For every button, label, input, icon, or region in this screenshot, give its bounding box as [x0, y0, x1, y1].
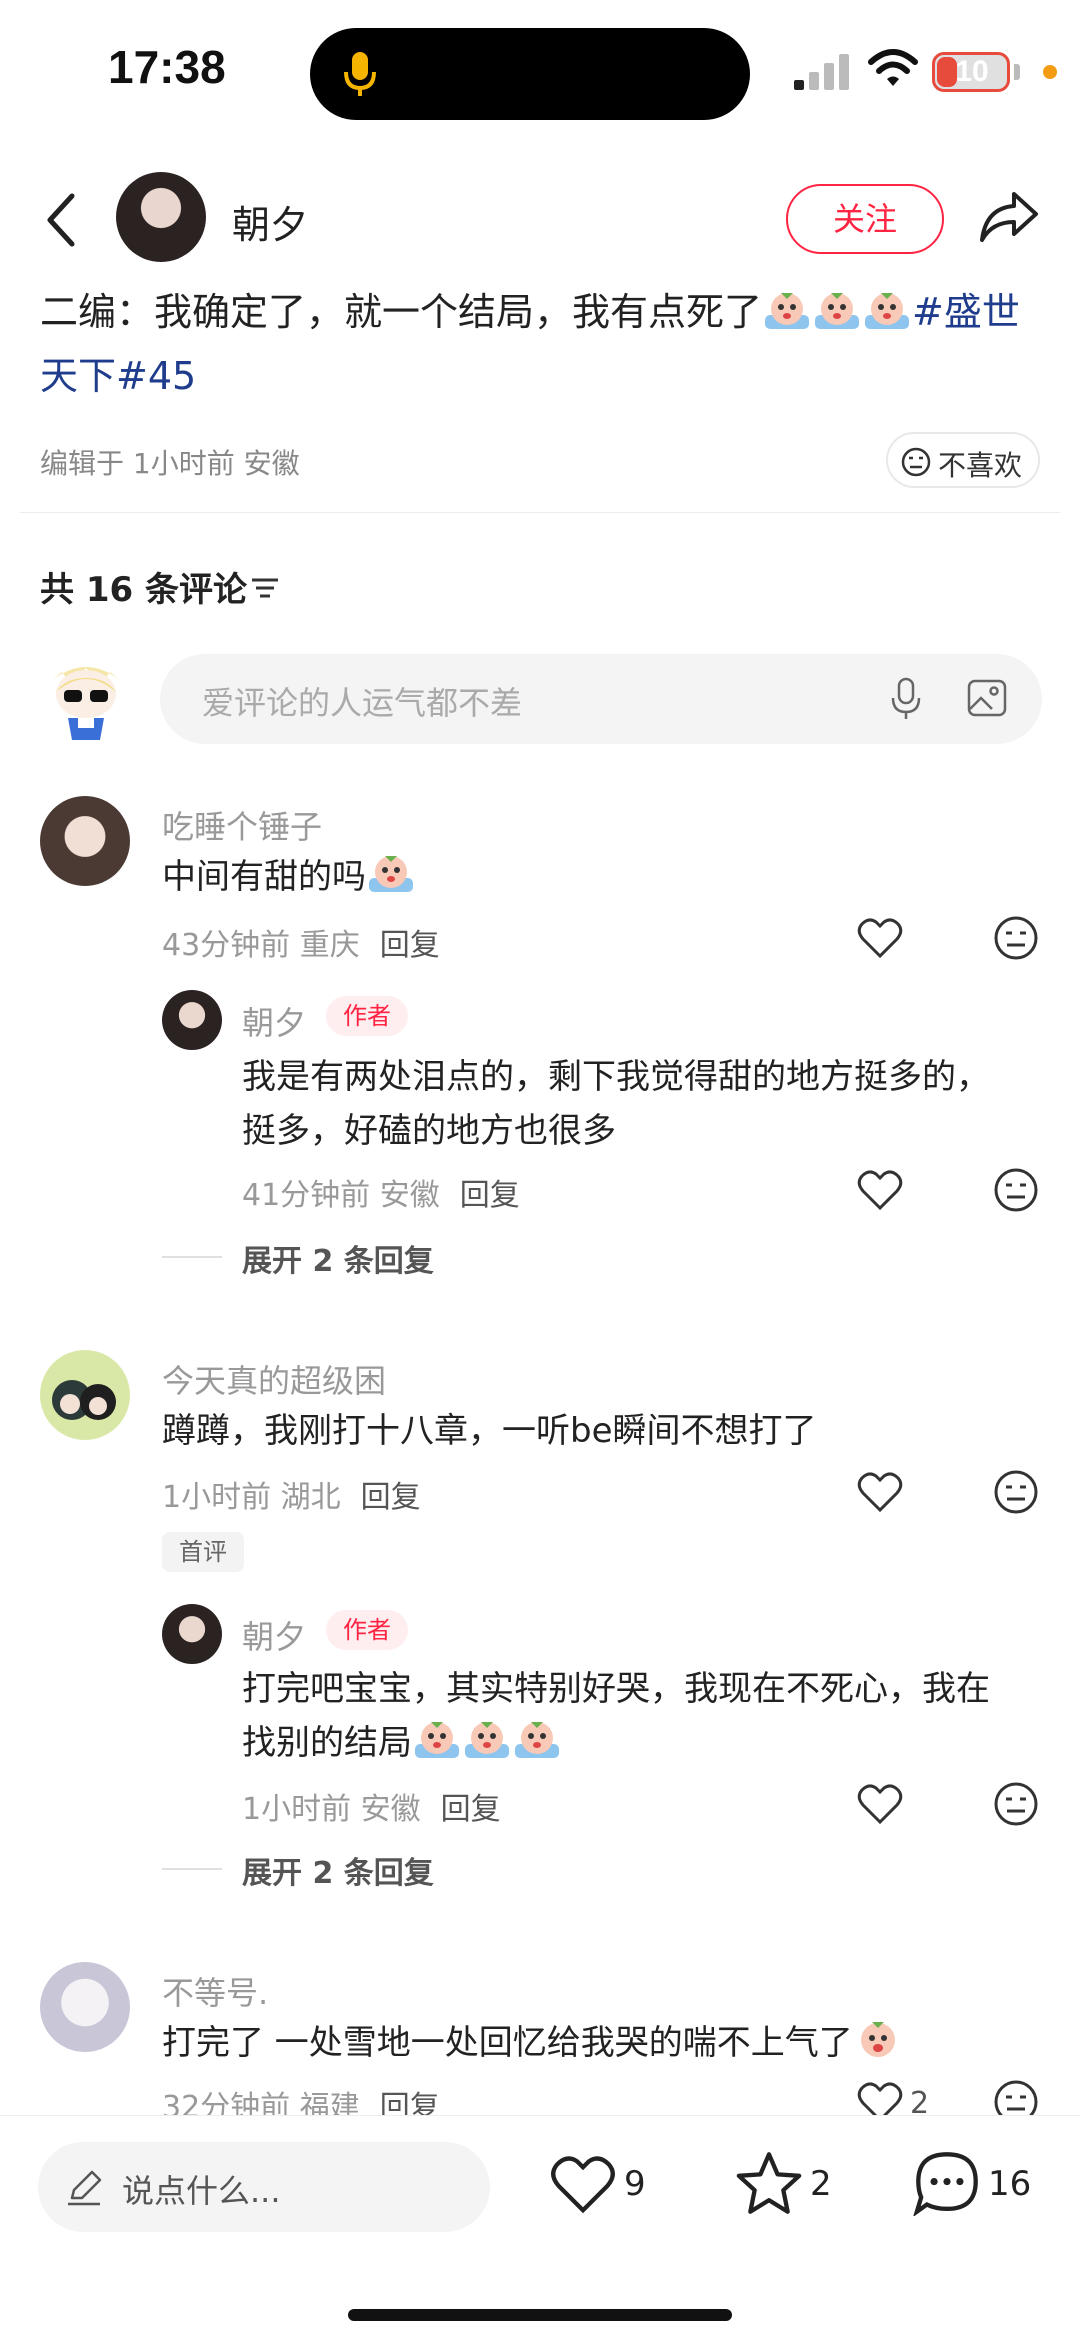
meh-face-icon[interactable] — [992, 1468, 1040, 1516]
heart-icon[interactable] — [856, 914, 904, 962]
comment-time-location: 1小时前 湖北 — [162, 1480, 341, 1515]
expand-replies-button[interactable]: 展开 2 条回复 — [242, 1236, 434, 1280]
reply-time-location: 41分钟前 安徽 — [242, 1178, 440, 1213]
meh-face-icon[interactable] — [992, 1166, 1040, 1214]
sort-icon[interactable] — [250, 574, 280, 602]
meh-face-icon[interactable] — [992, 914, 1040, 962]
author-badge: 作者 — [326, 996, 408, 1036]
comment-text: 中间有甜的吗 — [162, 850, 416, 904]
microphone-indicator-icon — [344, 52, 376, 96]
commenter-name[interactable]: 今天真的超级困 — [162, 1356, 386, 1402]
expand-replies-button[interactable]: 展开 2 条回复 — [242, 1848, 434, 1892]
comment-meta: 1小时前 湖北 回复 — [162, 1472, 421, 1516]
image-icon[interactable] — [966, 678, 1008, 718]
comment-text: 蹲蹲，我刚打十八章，一听be瞬间不想打了 — [162, 1411, 817, 1451]
expand-line — [162, 1868, 222, 1870]
reply-button[interactable]: 回复 — [380, 928, 440, 963]
meh-face-icon — [901, 447, 931, 477]
share-icon[interactable] — [978, 186, 1040, 248]
home-indicator[interactable] — [348, 2309, 732, 2321]
heart-icon — [551, 2156, 615, 2214]
heart-icon[interactable] — [856, 1468, 904, 1516]
comment-time-location: 43分钟前 重庆 — [162, 928, 360, 963]
commenter-avatar[interactable] — [40, 796, 130, 886]
like-button[interactable]: 9 — [548, 2150, 646, 2220]
commenter-avatar[interactable] — [40, 1962, 130, 2052]
reply-text-line: 打完吧宝宝，其实特别好哭，我现在不死心，我在 — [242, 1669, 990, 1709]
comment-meta: 43分钟前 重庆 回复 — [162, 920, 440, 964]
dislike-label: 不喜欢 — [938, 449, 1023, 482]
reply-button[interactable]: 回复 — [460, 1178, 520, 1213]
commenter-name[interactable]: 吃睡个锤子 — [162, 802, 322, 848]
comment-text-content: 中间有甜的吗 — [162, 857, 366, 897]
status-bar: 17:38 10 — [0, 0, 1080, 140]
wifi-icon — [868, 49, 918, 86]
reply-author-name[interactable]: 朝夕 — [242, 1612, 306, 1658]
expand-line — [162, 1256, 222, 1258]
reply-text-line: 挺多，好磕的地方也很多 — [242, 1111, 616, 1151]
microphone-icon[interactable] — [888, 676, 924, 722]
commenter-avatar[interactable] — [40, 1350, 130, 1440]
say-something-placeholder: 说点什么... — [122, 2172, 281, 2210]
reply-button[interactable]: 回复 — [361, 1480, 421, 1515]
reply-button[interactable]: 回复 — [441, 1792, 501, 1827]
collect-button[interactable]: 2 — [734, 2150, 832, 2220]
commenter-name[interactable]: 不等号. — [162, 1968, 268, 2014]
battery-level: 10 — [955, 55, 989, 88]
comment-input[interactable]: 爱评论的人运气都不差 — [160, 654, 1042, 744]
pencil-icon — [68, 2170, 102, 2206]
reply-text-line: 找别的结局 — [242, 1723, 412, 1763]
first-comment-badge: 首评 — [162, 1532, 244, 1572]
follow-button[interactable]: 关注 — [786, 184, 944, 254]
heart-icon[interactable] — [856, 1780, 904, 1828]
comment-text: 打完了 一处雪地一处回忆给我哭的喘不上气了 — [162, 2016, 903, 2070]
crying-emoji-icon — [863, 286, 911, 329]
crying-emoji-icon — [463, 1718, 511, 1760]
back-icon[interactable] — [38, 190, 88, 250]
comment-count: 16 — [988, 2164, 1032, 2204]
dislike-button[interactable]: 不喜欢 — [886, 432, 1040, 488]
reply-text: 我是有两处泪点的，剩下我觉得甜的地方挺多的， 挺多，好磕的地方也很多 — [242, 1050, 990, 1158]
battery-nub — [1014, 64, 1020, 80]
reply-meta: 1小时前 安徽 回复 — [242, 1784, 501, 1828]
reply-text-line: 我是有两处泪点的，剩下我觉得甜的地方挺多的， — [242, 1057, 990, 1097]
divider — [20, 512, 1060, 513]
say-something-input[interactable]: 说点什么... — [38, 2142, 490, 2232]
comment-input-placeholder: 爱评论的人运气都不差 — [202, 684, 523, 722]
crying-emoji-icon — [513, 1718, 561, 1760]
collect-count: 2 — [810, 2164, 832, 2204]
heart-icon[interactable] — [856, 1166, 904, 1214]
like-count: 9 — [624, 2164, 646, 2204]
reply-avatar[interactable] — [162, 990, 222, 1050]
author-avatar[interactable] — [116, 172, 206, 262]
reply-text: 打完吧宝宝，其实特别好哭，我现在不死心，我在 找别的结局 — [242, 1662, 990, 1770]
cellular-signal-icon — [794, 54, 849, 90]
post-text: 二编：我确定了，就一个结局，我有点死了 — [40, 290, 763, 334]
privacy-indicator-dot — [1043, 65, 1057, 79]
crying-emoji-icon — [367, 852, 415, 894]
post-meta: 编辑于 1小时前 安徽 — [40, 447, 300, 480]
comment-bubble-icon — [912, 2152, 978, 2218]
reply-author-name[interactable]: 朝夕 — [242, 998, 306, 1044]
my-avatar — [50, 667, 122, 740]
author-badge: 作者 — [326, 1610, 408, 1650]
battery-indicator: 10 — [932, 52, 1010, 92]
comment-text-content: 打完了 一处雪地一处回忆给我哭的喘不上气了 — [162, 2023, 853, 2063]
comment-button[interactable]: 16 — [912, 2150, 1031, 2220]
crying-emoji-icon — [763, 286, 811, 329]
author-name[interactable]: 朝夕 — [232, 194, 308, 249]
crying-emoji-icon — [813, 286, 861, 329]
post-content: 二编：我确定了，就一个结局，我有点死了 #盛世天下#45 — [40, 280, 1050, 408]
crying-emoji-icon — [413, 1718, 461, 1760]
reply-meta: 41分钟前 安徽 回复 — [242, 1170, 520, 1214]
comment-count-label: 共 16 条评论 — [40, 570, 247, 610]
meh-face-icon[interactable] — [992, 1780, 1040, 1828]
status-time: 17:38 — [108, 41, 226, 93]
reply-time-location: 1小时前 安徽 — [242, 1792, 421, 1827]
star-icon — [736, 2152, 802, 2214]
reply-avatar[interactable] — [162, 1604, 222, 1664]
crying-emoji-icon — [854, 2018, 902, 2060]
